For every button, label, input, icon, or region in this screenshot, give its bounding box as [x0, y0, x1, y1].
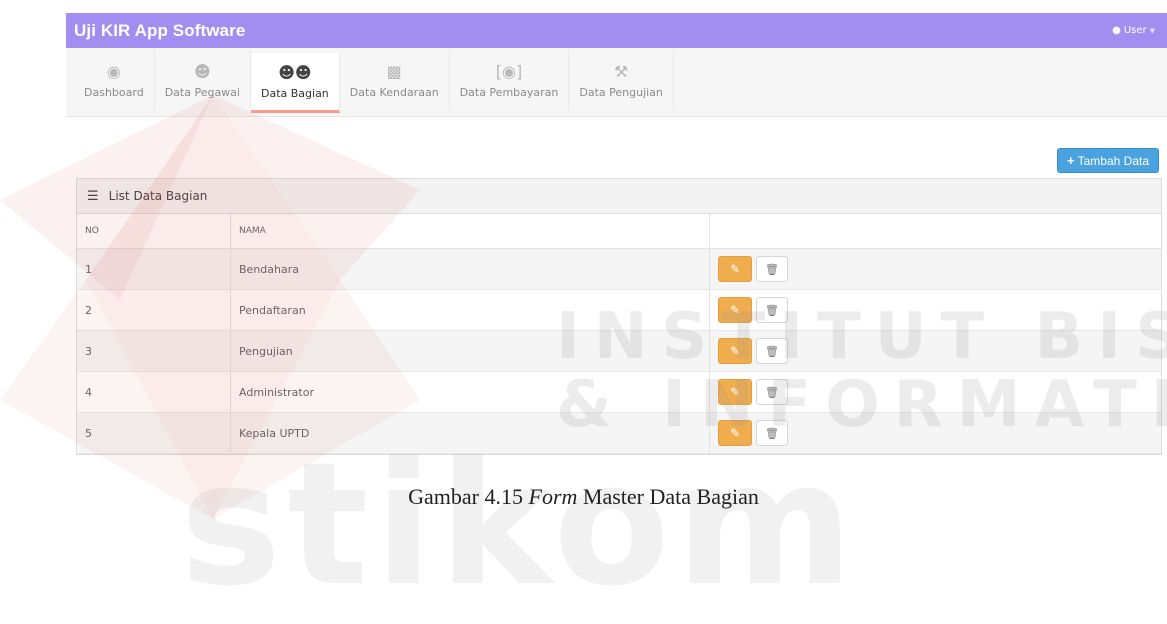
user-menu[interactable]: ● User ▼ [1112, 25, 1167, 36]
cell-actions: ✎ 🗑 [709, 371, 1161, 413]
data-table: NO NAMA 1 Bendahara ✎ 🗑 2 Pendaftaran ✎ … [77, 214, 1161, 454]
delete-button[interactable]: 🗑 [756, 256, 788, 282]
caption-prefix: Gambar 4.15 [408, 484, 529, 509]
watermark-stikom: stikom [180, 426, 860, 624]
add-data-label: Tambah Data [1077, 153, 1149, 168]
caption-emphasis: Form [528, 484, 578, 509]
cell-nama: Administrator [230, 371, 710, 413]
cell-nama: Bendahara [230, 248, 710, 290]
pencil-icon: ✎ [729, 385, 741, 399]
main-nav: ◉ Dashboard ☻ Data Pegawai ☻☻ Data Bagia… [66, 48, 1167, 117]
cell-nama: Pendaftaran [230, 289, 710, 331]
edit-button[interactable]: ✎ [718, 338, 752, 364]
panel-title: List Data Bagian [108, 189, 208, 203]
table-row: 1 Bendahara ✎ 🗑 [77, 248, 1161, 290]
trash-icon: 🗑 [765, 344, 779, 358]
cell-actions: ✎ 🗑 [709, 289, 1161, 331]
delete-button[interactable]: 🗑 [756, 297, 788, 323]
nav-item-dashboard[interactable]: ◉ Dashboard [74, 50, 155, 110]
nav-item-label: Dashboard [84, 85, 144, 99]
table-header-row: NO NAMA [77, 214, 1161, 249]
nav-item-data-bagian[interactable]: ☻☻ Data Bagian [250, 53, 340, 113]
edit-button[interactable]: ✎ [718, 297, 752, 323]
panel-header: ☰ List Data Bagian [77, 179, 1161, 214]
cell-actions: ✎ 🗑 [709, 248, 1161, 290]
app-window: Uji KIR App Software ● User ▼ ◉ Dashboar… [66, 13, 1167, 455]
cell-actions: ✎ 🗑 [709, 330, 1161, 372]
delete-button[interactable]: 🗑 [756, 379, 788, 405]
edit-button[interactable]: ✎ [718, 256, 752, 282]
edit-button[interactable]: ✎ [718, 379, 752, 405]
app-title[interactable]: Uji KIR App Software [66, 21, 245, 41]
nav-item-label: Data Kendaraan [349, 85, 439, 99]
add-data-button[interactable]: + Tambah Data [1057, 148, 1159, 173]
caret-down-icon: ▼ [1149, 26, 1155, 35]
user-label: User [1123, 25, 1147, 36]
cell-nama: Pengujian [230, 330, 710, 372]
pencil-icon: ✎ [729, 262, 741, 276]
cell-actions: ✎ 🗑 [709, 412, 1161, 454]
table-row: 5 Kepala UPTD ✎ 🗑 [77, 412, 1161, 454]
nav-item-label: Data Pengujian [579, 85, 663, 99]
trash-icon: 🗑 [765, 426, 779, 440]
trash-icon: 🗑 [765, 303, 779, 317]
column-header-nama: NAMA [230, 214, 710, 249]
column-header-actions [709, 214, 1161, 249]
edit-button[interactable]: ✎ [718, 420, 752, 446]
cell-no: 3 [77, 330, 231, 372]
delete-button[interactable]: 🗑 [756, 338, 788, 364]
nav-item-data-kendaraan[interactable]: ▩ Data Kendaraan [340, 50, 450, 110]
money-icon: [◉] [495, 61, 523, 81]
table-row: 3 Pengujian ✎ 🗑 [77, 330, 1161, 372]
table-row: 4 Administrator ✎ 🗑 [77, 371, 1161, 413]
dashboard-icon: ◉ [106, 61, 121, 81]
nav-item-data-pembayaran[interactable]: [◉] Data Pembayaran [450, 50, 570, 110]
truck-icon: ▩ [386, 61, 402, 81]
cell-no: 5 [77, 412, 231, 454]
column-header-no: NO [77, 214, 231, 249]
list-panel: ☰ List Data Bagian NO NAMA 1 Bendahara ✎… [76, 178, 1162, 455]
nav-item-label: Data Pegawai [164, 85, 240, 99]
nav-item-data-pengujian[interactable]: ⚒ Data Pengujian [569, 50, 674, 110]
cell-nama: Kepala UPTD [230, 412, 710, 454]
wrench-icon: ⚒ [613, 61, 629, 81]
table-row: 2 Pendaftaran ✎ 🗑 [77, 289, 1161, 331]
nav-item-label: Data Bagian [260, 87, 329, 100]
top-navbar: Uji KIR App Software ● User ▼ [66, 13, 1167, 48]
cell-no: 1 [77, 248, 231, 290]
trash-icon: 🗑 [765, 262, 779, 276]
caption-suffix: Master Data Bagian [577, 484, 759, 509]
cell-no: 4 [77, 371, 231, 413]
cell-no: 2 [77, 289, 231, 331]
plus-icon: + [1067, 153, 1075, 168]
pencil-icon: ✎ [729, 426, 741, 440]
user-icon: ☻ [193, 61, 211, 81]
list-icon: ☰ [87, 188, 99, 204]
figure-caption: Gambar 4.15 Form Master Data Bagian [0, 484, 1167, 510]
nav-item-label: Data Pembayaran [459, 85, 559, 99]
nav-item-data-pegawai[interactable]: ☻ Data Pegawai [155, 50, 251, 110]
pencil-icon: ✎ [729, 303, 741, 317]
users-icon: ☻☻ [278, 63, 312, 82]
delete-button[interactable]: 🗑 [756, 420, 788, 446]
trash-icon: 🗑 [765, 385, 779, 399]
user-icon: ● [1112, 25, 1121, 36]
pencil-icon: ✎ [729, 344, 741, 358]
